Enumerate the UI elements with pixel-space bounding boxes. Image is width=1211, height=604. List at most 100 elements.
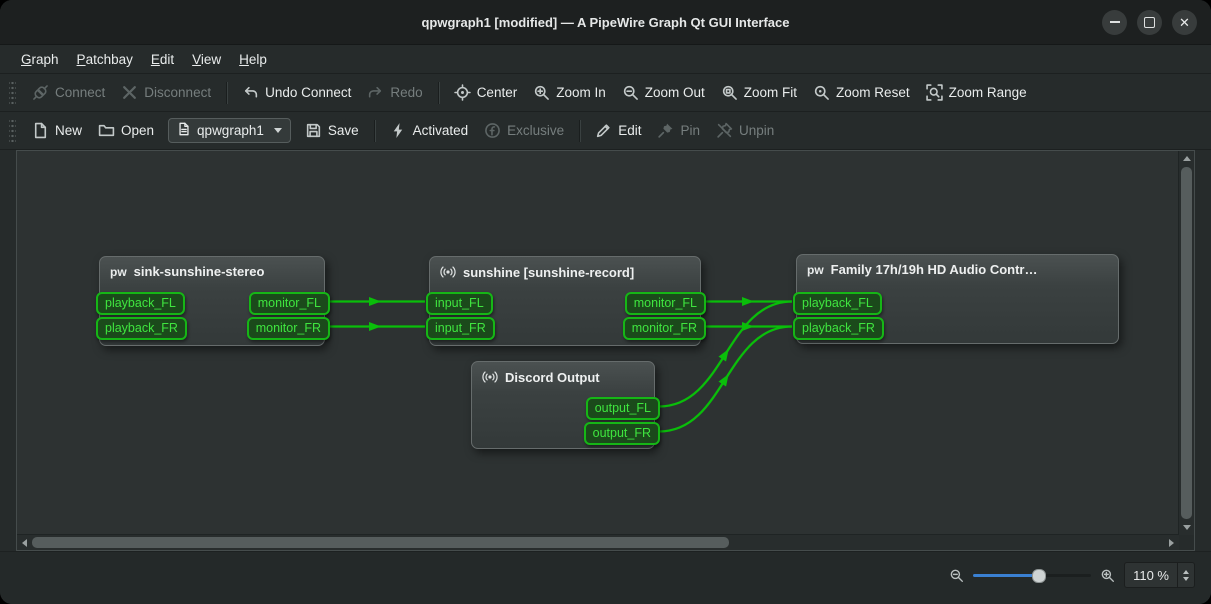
- patchbay-selector[interactable]: qpwgraph1: [168, 118, 291, 143]
- zoom-reset-button[interactable]: Zoom Reset: [805, 79, 918, 106]
- node-header: pw sink-sunshine-stereo: [100, 257, 324, 286]
- menu-patchbay[interactable]: Patchbay: [68, 49, 142, 70]
- activated-label: Activated: [413, 123, 469, 138]
- spin-down-icon[interactable]: [1183, 577, 1189, 581]
- zoom-range-button[interactable]: Zoom Range: [918, 79, 1035, 106]
- open-label: Open: [121, 123, 154, 138]
- menu-edit[interactable]: Edit: [142, 49, 183, 70]
- exclusive-icon: [484, 122, 501, 139]
- edit-button[interactable]: Edit: [587, 117, 649, 144]
- graph-node-sunshine[interactable]: sunshine [sunshine-record] input_FL inpu…: [429, 256, 701, 346]
- toolbar-grip[interactable]: [9, 120, 16, 142]
- activated-button[interactable]: Activated: [382, 117, 477, 144]
- node-title: sink-sunshine-stereo: [134, 264, 265, 279]
- node-title: sunshine [sunshine-record]: [463, 265, 634, 280]
- connect-button[interactable]: Connect: [24, 79, 113, 106]
- zoom-reset-icon: [813, 84, 830, 101]
- zoom-fit-button[interactable]: Zoom Fit: [713, 79, 805, 106]
- port-playback-fl[interactable]: playback_FL: [793, 292, 882, 315]
- window-controls: ✕: [1102, 10, 1211, 35]
- redo-label: Redo: [390, 85, 422, 100]
- save-label: Save: [328, 123, 359, 138]
- scroll-up-button[interactable]: [1179, 151, 1194, 166]
- pin-label: Pin: [680, 123, 700, 138]
- zoom-slider-handle[interactable]: [1032, 569, 1046, 583]
- connection-arrow: [369, 322, 381, 331]
- zoom-slider[interactable]: [973, 568, 1091, 582]
- connection-arrow: [742, 297, 754, 306]
- port-monitor-fr[interactable]: monitor_FR: [247, 317, 330, 340]
- window-title: qpwgraph1 [modified] — A PipeWire Graph …: [0, 15, 1211, 30]
- pipewire-icon: pw: [110, 265, 127, 279]
- unpin-button[interactable]: Unpin: [708, 117, 782, 144]
- scroll-left-button[interactable]: [17, 535, 32, 550]
- titlebar[interactable]: qpwgraph1 [modified] — A PipeWire Graph …: [0, 0, 1211, 45]
- port-output-fr[interactable]: output_FR: [584, 422, 660, 445]
- zoom-out-button[interactable]: Zoom Out: [614, 79, 713, 106]
- port-playback-fr[interactable]: playback_FR: [793, 317, 884, 340]
- toolbar-separator: [438, 82, 439, 104]
- menu-view[interactable]: View: [183, 49, 230, 70]
- redo-icon: [367, 84, 384, 101]
- pin-icon: [657, 122, 674, 139]
- node-title: Family 17h/19h HD Audio Contr…: [831, 262, 1038, 277]
- horizontal-scrollbar-thumb[interactable]: [32, 537, 729, 548]
- open-folder-icon: [98, 122, 115, 139]
- port-input-fr[interactable]: input_FR: [426, 317, 495, 340]
- graph-node-sink-sunshine-stereo[interactable]: pw sink-sunshine-stereo playback_FL play…: [99, 256, 325, 346]
- zoom-in-icon: [533, 84, 550, 101]
- port-output-fl[interactable]: output_FL: [586, 397, 660, 420]
- toolbar-patchbay: New Open qpwgraph1 Save Activated Exclus…: [0, 112, 1211, 150]
- maximize-button[interactable]: [1137, 10, 1162, 35]
- toolbar-grip[interactable]: [9, 82, 16, 104]
- graph-node-family-hd-audio[interactable]: pw Family 17h/19h HD Audio Contr… playba…: [796, 254, 1119, 344]
- pipewire-icon: pw: [807, 263, 824, 277]
- statusbar: 110 %: [0, 551, 1211, 604]
- port-monitor-fl[interactable]: monitor_FL: [625, 292, 706, 315]
- port-monitor-fl[interactable]: monitor_FL: [249, 292, 330, 315]
- port-monitor-fr[interactable]: monitor_FR: [623, 317, 706, 340]
- exclusive-label: Exclusive: [507, 123, 564, 138]
- port-playback-fr[interactable]: playback_FR: [96, 317, 187, 340]
- graph-node-discord-output[interactable]: Discord Output output_FL output_FR: [471, 361, 655, 449]
- zoom-fit-label: Zoom Fit: [744, 85, 797, 100]
- zoom-in-button[interactable]: Zoom In: [525, 79, 614, 106]
- zoom-reset-label: Zoom Reset: [836, 85, 910, 100]
- redo-button[interactable]: Redo: [359, 79, 430, 106]
- disconnect-label: Disconnect: [144, 85, 211, 100]
- arrow-down-icon: [1183, 525, 1191, 530]
- scroll-right-button[interactable]: [1164, 535, 1179, 550]
- center-button[interactable]: Center: [446, 79, 526, 106]
- horizontal-scrollbar[interactable]: [17, 534, 1179, 550]
- zoom-spinbox[interactable]: 110 %: [1124, 562, 1195, 588]
- undo-connect-label: Undo Connect: [265, 85, 351, 100]
- minimize-button[interactable]: [1102, 10, 1127, 35]
- undo-icon: [242, 84, 259, 101]
- close-button[interactable]: ✕: [1172, 10, 1197, 35]
- edit-label: Edit: [618, 123, 641, 138]
- menu-graph[interactable]: Graph: [12, 49, 68, 70]
- menu-help[interactable]: Help: [230, 49, 276, 70]
- app-window: qpwgraph1 [modified] — A PipeWire Graph …: [0, 0, 1211, 604]
- new-button[interactable]: New: [24, 117, 90, 144]
- port-playback-fl[interactable]: playback_FL: [96, 292, 185, 315]
- save-icon: [305, 122, 322, 139]
- vertical-scrollbar-thumb[interactable]: [1181, 167, 1192, 519]
- undo-connect-button[interactable]: Undo Connect: [234, 79, 359, 106]
- spin-up-icon[interactable]: [1183, 570, 1189, 574]
- open-button[interactable]: Open: [90, 117, 162, 144]
- vertical-scrollbar[interactable]: [1178, 151, 1194, 535]
- pin-button[interactable]: Pin: [649, 117, 708, 144]
- exclusive-button[interactable]: Exclusive: [476, 117, 572, 144]
- zoom-value: 110 %: [1125, 563, 1177, 587]
- close-icon: ✕: [1179, 16, 1190, 29]
- disconnect-button[interactable]: Disconnect: [113, 79, 219, 106]
- port-input-fl[interactable]: input_FL: [426, 292, 493, 315]
- zoom-spin-buttons: [1177, 563, 1194, 587]
- save-button[interactable]: Save: [297, 117, 367, 144]
- arrow-left-icon: [22, 539, 27, 547]
- graph-canvas[interactable]: pw sink-sunshine-stereo playback_FL play…: [17, 151, 1179, 535]
- scroll-down-button[interactable]: [1179, 520, 1194, 535]
- toolbar-separator: [374, 120, 375, 142]
- connection-arrow: [718, 347, 732, 362]
